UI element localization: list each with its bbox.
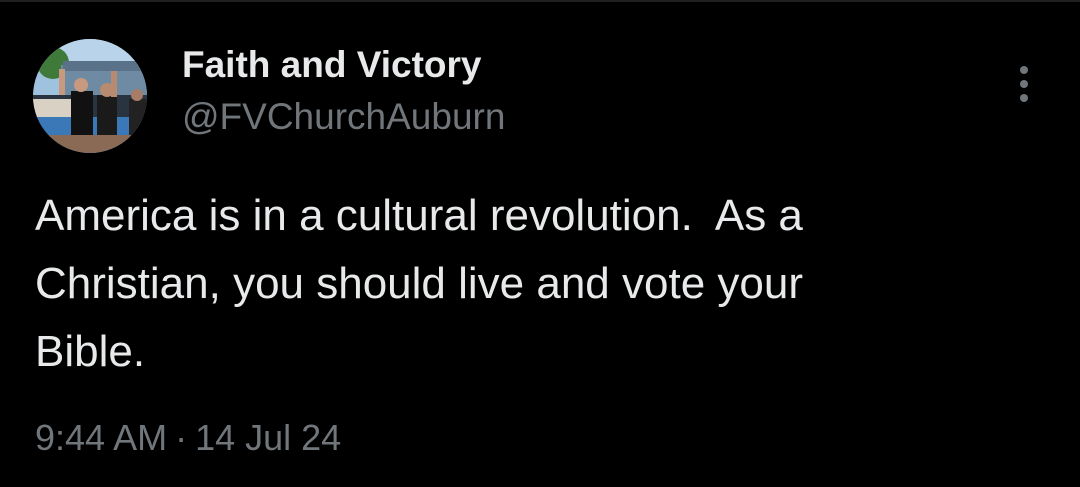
more-options-button[interactable] [1006, 64, 1042, 104]
tweet-text: America is in a cultural revolution. As … [35, 191, 803, 376]
author-handle[interactable]: @FVChurchAuburn [182, 96, 505, 138]
tweet-date[interactable]: 14 Jul 24 [195, 417, 341, 459]
meta-separator: · [175, 417, 188, 458]
top-divider [0, 0, 1080, 2]
avatar-image [33, 39, 147, 153]
author-display-name[interactable]: Faith and Victory [182, 44, 482, 86]
avatar[interactable] [33, 39, 147, 153]
tweet-time[interactable]: 9:44 AM [35, 417, 167, 459]
tweet-metadata: 9:44 AM · 14 Jul 24 [35, 417, 341, 459]
more-vertical-icon [1020, 66, 1028, 102]
